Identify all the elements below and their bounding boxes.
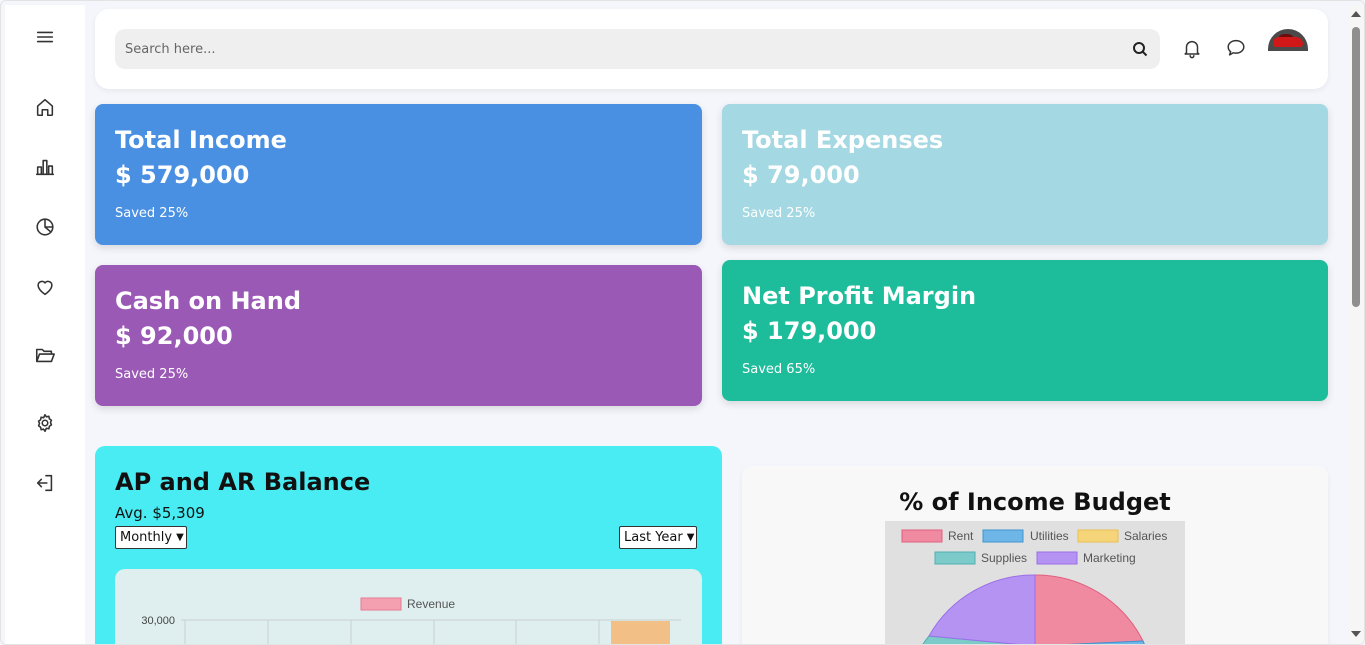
income-budget-chart: Rent Utilities Salaries Supplies Marketi… [885,521,1185,644]
avatar[interactable] [1268,29,1308,51]
card-amount: $ 92,000 [115,322,233,350]
app-window: Total Income $ 579,000 Saved 25% Total E… [0,0,1365,645]
menu-icon[interactable] [33,25,57,49]
card-title: Total Income [115,126,287,154]
income-budget-chart-svg: Rent Utilities Salaries Supplies Marketi… [901,529,1167,644]
gear-icon[interactable] [33,411,57,435]
y-tick-label: 30,000 [141,615,175,627]
range-select-value: Last Year [624,530,683,545]
chevron-down-icon: ▼ [686,532,695,543]
scroll-thumb[interactable] [1352,27,1360,307]
folder-open-icon[interactable] [33,343,57,367]
period-select[interactable]: Monthly ▼ [115,526,187,549]
card-amount: $ 79,000 [742,161,860,189]
card-title: Cash on Hand [115,287,302,315]
revenue-chart: Revenue 30,000 [115,569,702,644]
total-expenses-card: Total Expenses $ 79,000 Saved 25% [722,104,1328,245]
heart-icon[interactable] [33,275,57,299]
search-input[interactable] [115,29,1160,69]
legend-swatch-supplies [934,551,976,565]
sidebar [5,5,85,644]
chat-icon[interactable] [1225,37,1249,61]
card-saved: Saved 25% [742,206,816,221]
page-scrollbar[interactable] [1348,5,1364,644]
legend-label-supplies: Supplies [981,551,1027,565]
legend-swatch-marketing [1036,551,1078,565]
card-title: Total Expenses [742,126,944,154]
legend-label-utilities: Utilities [1030,529,1069,543]
pie-slice-marketing [928,574,1036,644]
chevron-down-icon: ▼ [176,532,184,543]
bar-chart-icon[interactable] [33,155,57,179]
legend-swatch-salaries [1077,529,1119,543]
panel-title: % of Income Budget [899,488,1171,516]
average-label: Avg. $5,309 [115,504,205,522]
revenue-chart-svg: Revenue 30,000 [141,597,681,644]
legend-swatch-rent [901,529,943,543]
bar-december [611,621,670,644]
card-saved: Saved 25% [115,206,189,221]
card-amount: $ 179,000 [742,317,877,345]
home-icon[interactable] [33,95,57,119]
panel-title: AP and AR Balance [115,468,371,496]
card-amount: $ 579,000 [115,161,250,189]
top-bar [95,9,1328,89]
cash-on-hand-card: Cash on Hand $ 92,000 Saved 25% [95,265,702,406]
pie-chart-icon[interactable] [33,215,57,239]
income-budget-panel: % of Income Budget Rent Utilities Salari… [742,466,1328,644]
scroll-down-arrow-icon[interactable] [1351,631,1361,637]
card-title: Net Profit Margin [742,282,977,310]
legend-swatch-revenue [360,597,402,611]
legend-label-salaries: Salaries [1124,529,1167,543]
search-icon[interactable] [1132,41,1148,57]
period-select-value: Monthly [120,530,173,545]
total-income-card: Total Income $ 579,000 Saved 25% [95,104,702,245]
card-saved: Saved 25% [115,367,189,382]
range-select[interactable]: Last Year ▼ [619,526,698,549]
bell-icon[interactable] [1181,37,1205,61]
net-profit-margin-card: Net Profit Margin $ 179,000 Saved 65% [722,260,1328,401]
search-bar [115,29,1160,69]
scroll-up-arrow-icon[interactable] [1351,11,1361,17]
legend-label-revenue: Revenue [407,597,455,611]
legend-label-marketing: Marketing [1083,551,1136,565]
logout-icon[interactable] [33,471,57,495]
card-saved: Saved 65% [742,362,816,377]
legend-swatch-utilities [982,529,1024,543]
ap-ar-balance-panel: AP and AR Balance Avg. $5,309 Monthly ▼ … [95,446,722,644]
legend-label-rent: Rent [948,529,974,543]
pie-slice-rent [1034,574,1144,644]
